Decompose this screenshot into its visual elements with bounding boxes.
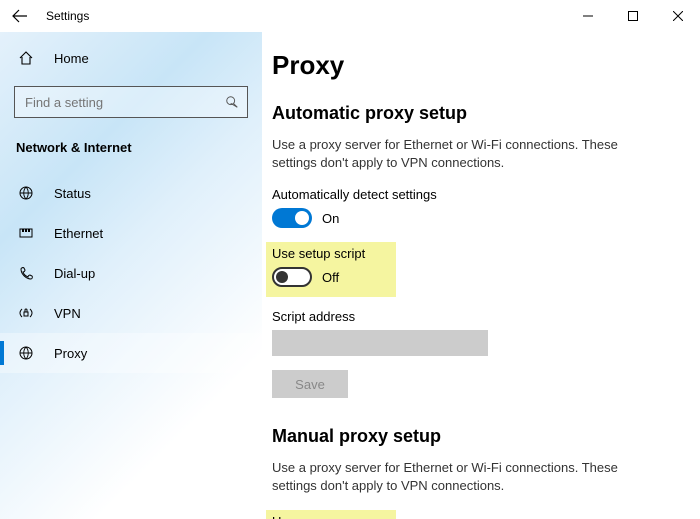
- sidebar-item-proxy[interactable]: Proxy: [0, 333, 262, 373]
- dialup-icon: [16, 265, 36, 281]
- sidebar-item-ethernet[interactable]: Ethernet: [0, 213, 262, 253]
- ethernet-icon: [16, 225, 36, 241]
- sidebar-item-label: Proxy: [54, 346, 87, 361]
- address-label: Script address: [272, 309, 672, 324]
- sidebar-item-status[interactable]: Status: [0, 173, 262, 213]
- close-button[interactable]: [655, 0, 700, 32]
- highlight-use-proxy: Use a proxy server Off: [266, 510, 396, 519]
- titlebar: Settings: [0, 0, 700, 32]
- back-button[interactable]: [0, 0, 40, 32]
- detect-toggle[interactable]: [272, 208, 312, 228]
- detect-label: Automatically detect settings: [272, 187, 672, 202]
- search-input[interactable]: [25, 95, 225, 110]
- script-label: Use setup script: [272, 246, 390, 261]
- highlight-setup-script: Use setup script Off: [266, 242, 396, 297]
- save-button: Save: [272, 370, 348, 398]
- script-toggle[interactable]: [272, 267, 312, 287]
- maximize-button[interactable]: [610, 0, 655, 32]
- auto-section-desc: Use a proxy server for Ethernet or Wi-Fi…: [272, 136, 662, 171]
- search-icon: [225, 95, 239, 109]
- vpn-icon: [16, 305, 36, 321]
- sidebar: Home Network & Internet Status Ethernet …: [0, 32, 262, 519]
- status-icon: [16, 185, 36, 201]
- main-panel: Proxy Automatic proxy setup Use a proxy …: [262, 32, 700, 519]
- sidebar-item-label: Ethernet: [54, 226, 103, 241]
- window-title: Settings: [46, 9, 89, 23]
- sidebar-item-label: Dial-up: [54, 266, 95, 281]
- detect-state: On: [322, 211, 339, 226]
- home-nav[interactable]: Home: [0, 40, 262, 76]
- home-icon: [16, 50, 36, 66]
- script-address-input: [272, 330, 488, 356]
- sidebar-item-dialup[interactable]: Dial-up: [0, 253, 262, 293]
- arrow-left-icon: [12, 8, 28, 24]
- proxy-icon: [16, 345, 36, 361]
- window-controls: [565, 0, 700, 32]
- script-state: Off: [322, 270, 339, 285]
- sidebar-item-label: Status: [54, 186, 91, 201]
- home-label: Home: [54, 51, 89, 66]
- manual-section-desc: Use a proxy server for Ethernet or Wi-Fi…: [272, 459, 662, 494]
- sidebar-item-label: VPN: [54, 306, 81, 321]
- maximize-icon: [628, 11, 638, 21]
- close-icon: [673, 11, 683, 21]
- sidebar-item-vpn[interactable]: VPN: [0, 293, 262, 333]
- minimize-icon: [583, 11, 593, 21]
- manual-section-title: Manual proxy setup: [272, 426, 672, 447]
- auto-section-title: Automatic proxy setup: [272, 103, 672, 124]
- search-box[interactable]: [14, 86, 248, 118]
- minimize-button[interactable]: [565, 0, 610, 32]
- category-header: Network & Internet: [0, 134, 262, 173]
- page-title: Proxy: [272, 50, 672, 81]
- use-proxy-label: Use a proxy server: [272, 514, 390, 519]
